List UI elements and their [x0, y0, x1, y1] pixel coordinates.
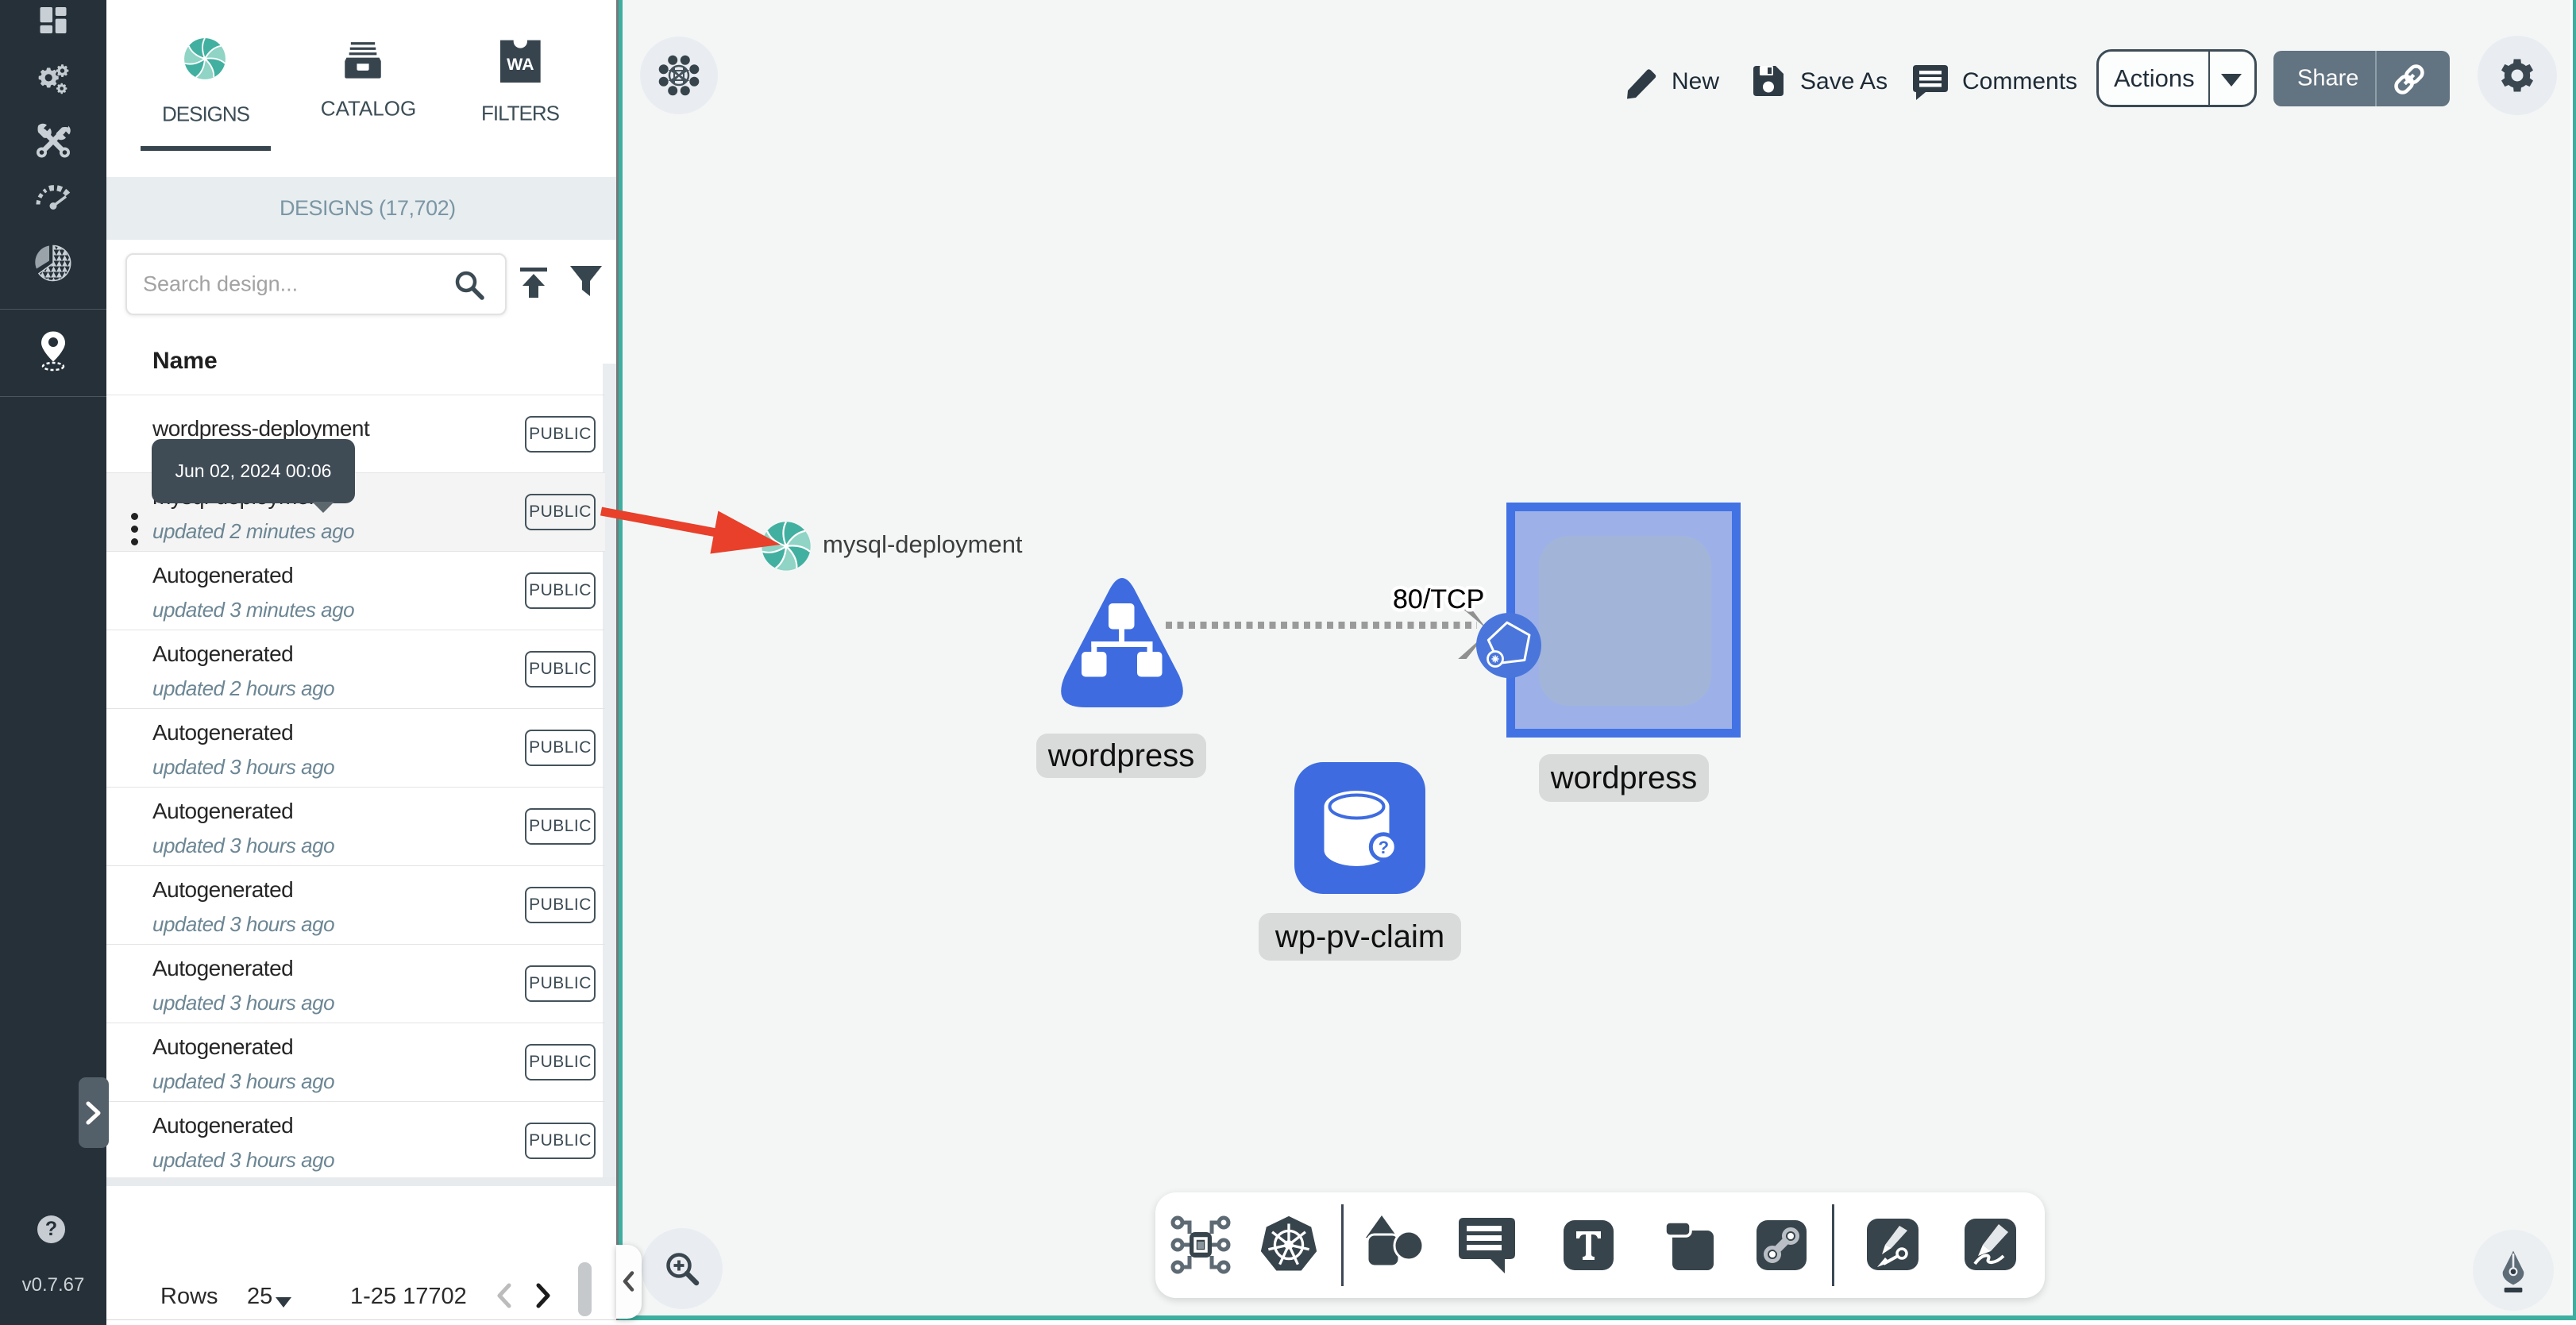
svg-text:WA: WA: [507, 55, 534, 74]
svg-text:?: ?: [1379, 838, 1389, 857]
svg-text:80/TCP: 80/TCP: [1393, 584, 1484, 614]
